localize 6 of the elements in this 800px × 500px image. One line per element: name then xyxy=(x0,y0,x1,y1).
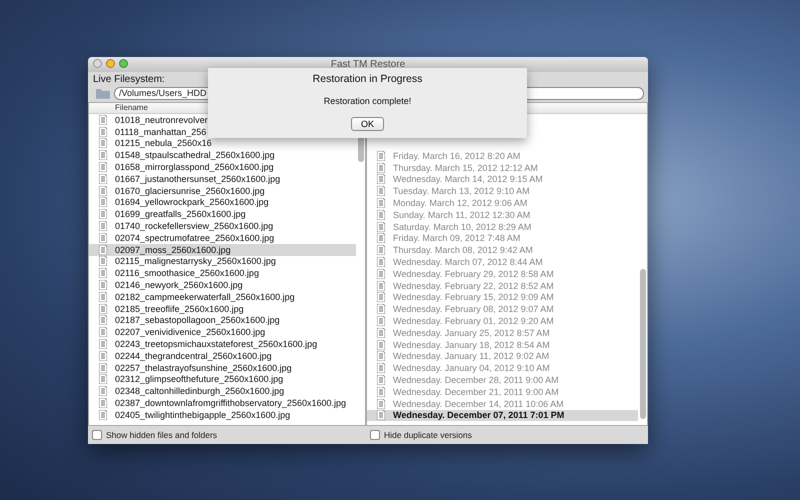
checkbox-label: Show hidden files and folders xyxy=(106,430,218,440)
window-title: Fast TM Restore xyxy=(330,59,406,70)
dialog-message: Restoration complete! xyxy=(324,96,412,106)
section-label: Live Filesystem: xyxy=(92,73,165,85)
checkbox-label: Hide duplicate versions xyxy=(384,430,472,440)
dialog-title: Restoration in Progress xyxy=(312,73,422,85)
